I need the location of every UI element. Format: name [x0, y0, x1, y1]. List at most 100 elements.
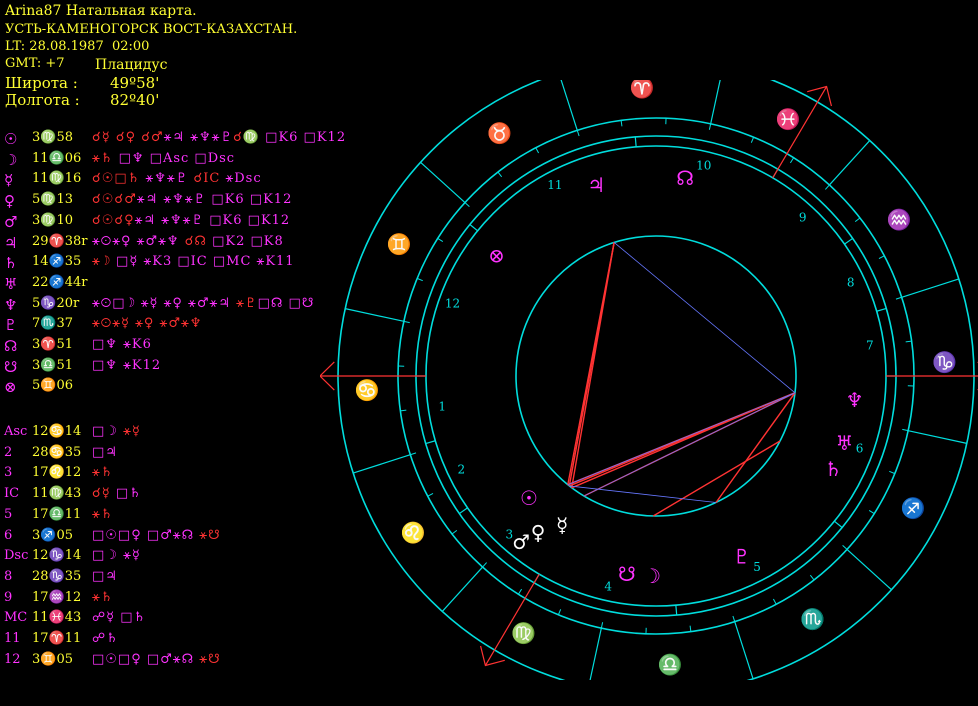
degree-tick: [517, 588, 523, 595]
degree-tick: [772, 598, 777, 605]
aspect-text: ☌☿ ☌♀: [92, 130, 142, 145]
aspect-text: ☌♂: [141, 130, 164, 145]
planet-position: 5♊06: [32, 378, 73, 394]
planet-aspects: ☌☿ ☌♀ ☌♂⚹♃ ⚹♆⚹♇☌♍ □K6 □K12: [92, 130, 346, 145]
location: УСТЬ-КАМЕНОГОРСК ВОСТ-КАЗАХСТАН.: [5, 22, 298, 37]
house-system: Плацидус: [95, 57, 168, 73]
degree-tick: [708, 123, 712, 130]
house-cusp: [844, 237, 854, 245]
house-glyph: 3: [4, 465, 13, 481]
house-glyph: 9: [4, 589, 13, 605]
degree-tick: [403, 320, 410, 324]
planet-position: 11♎06: [32, 150, 82, 166]
planet-position: 3♎51: [32, 357, 73, 373]
aspect-text: □♃: [92, 568, 118, 584]
house-position: 11♓43: [32, 610, 82, 626]
planet-glyph: ⊗: [4, 378, 17, 397]
degree-tick: [482, 562, 487, 568]
house-glyph: 2: [4, 444, 13, 460]
planet-position: 29♈38r: [32, 233, 88, 249]
aspect-line: [567, 242, 615, 485]
house-aspects: ⚹♄: [92, 507, 113, 522]
house-cusp: [469, 224, 479, 232]
sign-divider: [560, 80, 578, 131]
aspect-text: □♆ ⚹K6: [92, 337, 152, 352]
aspect-text: ⚹♃ ⚹♆⚹♇: [136, 192, 212, 208]
degree-tick: [600, 622, 604, 629]
aspect-text: ☌IC: [193, 171, 226, 187]
zodiac-sign-glyph: ♑: [932, 350, 957, 374]
zodiac-sign-glyph: ♈: [630, 80, 655, 99]
house-glyph: 5: [4, 506, 13, 522]
house-cusp: [833, 520, 843, 528]
planet-glyph: ⊗: [488, 243, 505, 267]
aspect-text: ⚹☿: [123, 424, 141, 439]
degree-tick: [557, 609, 562, 616]
house-number: 2: [457, 463, 465, 477]
planet-position: 11♍16: [32, 171, 82, 187]
aspect-line: [583, 392, 796, 497]
aspect-text: ⚹♄: [92, 465, 114, 481]
zodiac-sign-glyph: ♍: [511, 621, 536, 645]
house-cusp: [634, 136, 637, 147]
aspect-line: [613, 242, 796, 394]
aspect-text: □☊ □☋: [257, 295, 315, 311]
degree-tick: [895, 296, 902, 300]
aspect-text: ⚹☋: [199, 651, 221, 667]
planet-glyph: ☊: [676, 166, 694, 190]
degree-tick: [410, 452, 417, 456]
planet-glyph: ☉: [520, 486, 538, 510]
aspect-text: ⚹☉⚹☿ ⚹♀: [92, 316, 160, 332]
house-aspects: □♃: [92, 445, 118, 460]
planet-glyph: ☊: [4, 337, 18, 355]
sign-divider: [710, 80, 721, 124]
house-number: 4: [604, 580, 612, 594]
degree-tick: [842, 545, 848, 550]
sign-divider: [846, 548, 892, 591]
aspect-text: ⚹☉⚹♀ ⚹♂⚹♆: [92, 233, 185, 249]
degree-tick: [451, 529, 458, 535]
house-glyph: 12: [4, 651, 21, 667]
axis-line-ic: [484, 573, 540, 666]
house-position: 3♊05: [32, 651, 73, 667]
planet-glyph: ♂: [4, 212, 18, 231]
aspect-text: ☌☿: [92, 486, 116, 502]
planet-glyph: ♄: [4, 254, 18, 273]
house-position: 3♐05: [32, 527, 73, 543]
wheel-ring: [425, 145, 887, 607]
house-aspects: □♃: [92, 569, 118, 584]
aspect-text: □☉□♀ □♂⚹☊: [92, 651, 200, 667]
planet-glyph: ♆: [4, 295, 18, 314]
degree-tick: [889, 470, 896, 475]
aspect-text: ⚹♄: [92, 506, 114, 522]
sign-divider: [420, 161, 466, 204]
zodiac-sign-glyph: ♌: [401, 520, 426, 544]
aspect-text: ☌☊: [184, 233, 213, 249]
house-aspects: ☌☿ □♄: [92, 486, 142, 501]
local-time: LT: 28.08.1987 02:00: [5, 39, 150, 54]
aspect-text: ⚹♄: [92, 150, 119, 166]
aspect-text: □K2 □K8: [212, 233, 284, 249]
wheel-ring: [515, 235, 797, 517]
planet-position: 22♐44r: [32, 274, 88, 290]
sign-divider: [908, 430, 967, 444]
planet-glyph: ☉: [4, 130, 18, 148]
house-position: 28♑35: [32, 568, 82, 584]
aspect-text: □♄: [115, 486, 142, 502]
degree-tick: [437, 237, 444, 243]
planet-glyph: ☿: [556, 513, 568, 537]
house-number: 11: [547, 178, 562, 192]
aspect-text: ☌♍: [233, 130, 266, 145]
sign-divider: [441, 566, 484, 612]
aspect-text: ⚹♃: [163, 130, 191, 145]
planet-aspects: ☌☉□♄ ⚹♆⚹♇ ☌IC ⚹Dsc: [92, 171, 262, 186]
planet-glyph: ☽: [4, 150, 18, 169]
planet-aspects: ☌☉☌♂⚹♃ ⚹♆⚹♇ □K6 □K12: [92, 192, 292, 207]
zodiac-sign-glyph: ♋: [355, 378, 380, 402]
planet-position: 3♈51: [32, 337, 73, 352]
planet-glyph: ♀: [531, 521, 546, 545]
planet-glyph: ☋: [618, 562, 636, 586]
degree-tick: [620, 120, 623, 127]
zodiac-sign-glyph: ♉: [487, 121, 512, 145]
sign-divider: [734, 621, 754, 680]
